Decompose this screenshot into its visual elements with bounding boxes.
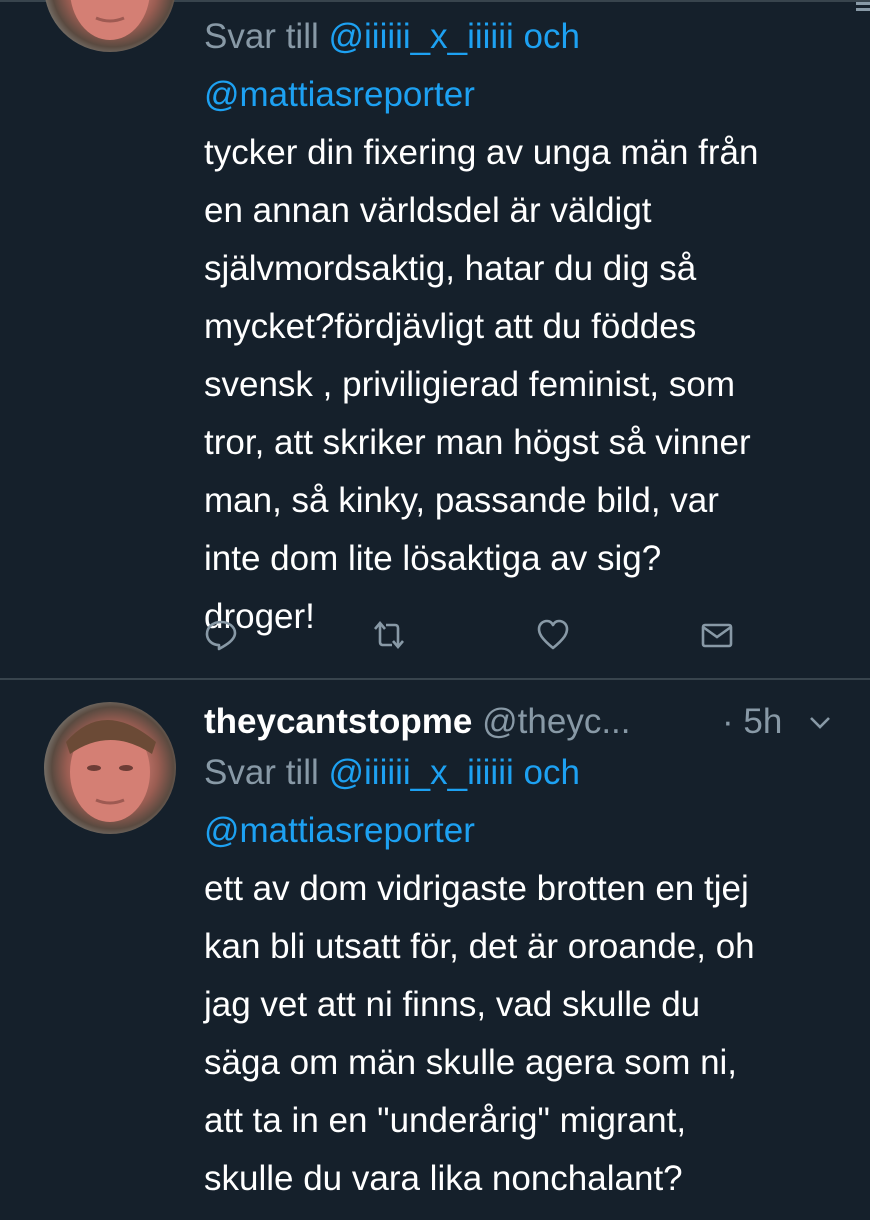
- tweet-text-line: en annan världsdel är väldigt: [204, 191, 652, 230]
- tweet-text-line: säga om män skulle agera som ni,: [204, 1043, 738, 1082]
- message-icon[interactable]: [700, 618, 734, 652]
- tweet-text-line: mycket?fördjävligt att du föddes: [204, 307, 697, 346]
- tweet-text-line: jag vet att ni finns, vad skulle du: [204, 985, 701, 1024]
- reply-to-line: Svar till @iiiiii_x_iiiiii och: [204, 8, 844, 66]
- avatar-face-icon: [70, 0, 150, 40]
- tweet-text-line: man, så kinky, passande bild, var: [204, 481, 719, 520]
- mention-link[interactable]: @mattiasreporter: [204, 75, 475, 114]
- tweet-content: theycantstopme @theyc... · 5h Svar till …: [204, 700, 844, 1208]
- tweet-header: theycantstopme @theyc... · 5h: [204, 700, 844, 744]
- tweet-text: tycker din fixering av unga män från en …: [204, 124, 844, 646]
- tweet-content: Svar till @iiiiii_x_iiiiii och @mattiasr…: [204, 8, 844, 646]
- mention-link[interactable]: @iiiiii_x_iiiiii: [328, 17, 513, 56]
- tweet-text: ett av dom vidrigaste brotten en tjej ka…: [204, 860, 844, 1208]
- tweet-text-line: svensk , priviligierad feminist, som: [204, 365, 735, 404]
- tweet-text-line: ett av dom vidrigaste brotten en tjej: [204, 869, 749, 908]
- chevron-down-icon[interactable]: [806, 708, 834, 736]
- user-handle[interactable]: @theyc...: [482, 702, 630, 741]
- mention-link[interactable]: @iiiiii_x_iiiiii: [328, 753, 513, 792]
- reply-prefix: Svar till: [204, 17, 319, 56]
- tweet[interactable]: Svar till @iiiiii_x_iiiiii och @mattiasr…: [0, 0, 870, 680]
- reply-prefix: Svar till: [204, 753, 319, 792]
- retweet-icon[interactable]: [372, 618, 406, 652]
- conjunction: och: [523, 753, 580, 792]
- reply-to-line-2: @mattiasreporter: [204, 66, 844, 124]
- tweet-text-line: tycker din fixering av unga män från: [204, 133, 759, 172]
- tweet-actions: [204, 618, 764, 658]
- tweet-text-line: tror, att skriker man högst så vinner: [204, 423, 751, 462]
- tweet-text-line: skulle du vara lika nonchalant?: [204, 1159, 683, 1198]
- tweet[interactable]: theycantstopme @theyc... · 5h Svar till …: [0, 680, 870, 1220]
- timestamp[interactable]: · 5h: [722, 700, 782, 744]
- avatar-face-icon: [66, 720, 156, 822]
- tweet-text-line: att ta in en "underårig" migrant,: [204, 1101, 687, 1140]
- avatar[interactable]: [44, 702, 176, 834]
- reply-to-line: Svar till @iiiiii_x_iiiiii och: [204, 744, 844, 802]
- avatar[interactable]: [44, 0, 176, 52]
- tweet-text-line: inte dom lite lösaktiga av sig?: [204, 539, 662, 578]
- tweet-text-line: självmordsaktig, hatar du dig så: [204, 249, 697, 288]
- reply-to-line-2: @mattiasreporter: [204, 802, 844, 860]
- conjunction: och: [523, 17, 580, 56]
- reply-icon[interactable]: [204, 618, 238, 652]
- mention-link[interactable]: @mattiasreporter: [204, 811, 475, 850]
- display-name[interactable]: theycantstopme: [204, 702, 472, 741]
- tweet-text-line: kan bli utsatt för, det är oroande, oh: [204, 927, 755, 966]
- like-icon[interactable]: [536, 618, 570, 652]
